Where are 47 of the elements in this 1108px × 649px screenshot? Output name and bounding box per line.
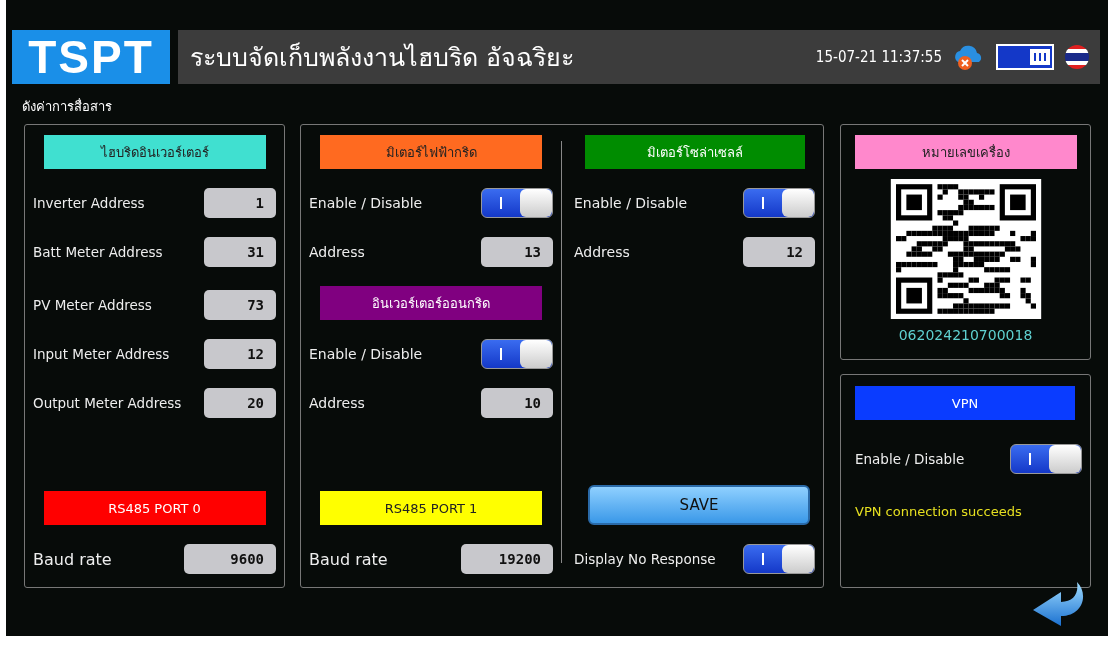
address-field[interactable]: 20: [204, 388, 276, 418]
address-field[interactable]: 19200: [461, 544, 553, 574]
section-header: RS485 PORT 0: [43, 491, 266, 525]
toggle-label: Display No Response: [574, 551, 716, 567]
vpn-status: VPN connection succeeds: [855, 504, 1023, 519]
section-header: มิเตอร์โซล่าเซลล์: [584, 135, 805, 169]
address-field[interactable]: 13: [481, 237, 553, 267]
field-label: Output Meter Address: [33, 395, 182, 411]
toggle-switch[interactable]: [743, 544, 815, 574]
address-field[interactable]: 73: [204, 290, 276, 320]
toggle-label: Enable / Disable: [574, 195, 688, 211]
field-label: Address: [309, 395, 365, 411]
toggle-label: Enable / Disable: [309, 195, 423, 211]
toggle-switch[interactable]: [743, 188, 815, 218]
section-header: มิเตอร์ไฟฟ้ากริด: [320, 135, 542, 169]
toggle-switch[interactable]: [1010, 444, 1082, 474]
toggle-switch[interactable]: [481, 339, 553, 369]
address-field[interactable]: 31: [204, 237, 276, 267]
date-time: 15-07-21 11:37:55: [815, 48, 942, 66]
address-field[interactable]: 10: [481, 388, 553, 418]
page-title: ดังค่าการสื่อสาร: [22, 97, 113, 112]
field-label: Address: [574, 244, 630, 260]
address-field[interactable]: 12: [204, 339, 276, 369]
address-field[interactable]: 9600: [184, 544, 276, 574]
address-field[interactable]: 1: [204, 188, 276, 218]
address-field[interactable]: 12: [743, 237, 815, 267]
save-button[interactable]: SAVE: [588, 485, 810, 525]
toggle-label: Enable / Disable: [309, 346, 423, 362]
battery-icon: [996, 44, 1054, 70]
field-label: Baud rate: [309, 549, 388, 569]
section-header: RS485 PORT 1: [320, 491, 542, 525]
toggle-switch[interactable]: [481, 188, 553, 218]
field-label: Input Meter Address: [33, 346, 170, 362]
toggle-label: Enable / Disable: [855, 451, 965, 467]
field-label: PV Meter Address: [33, 297, 152, 313]
logo: TSPT: [12, 30, 170, 84]
field-label: Inverter Address: [33, 195, 145, 211]
field-label: Batt Meter Address: [33, 244, 163, 260]
flag-icon: [1064, 44, 1090, 70]
app-title: ระบบจัดเก็บพลังงานไฮบริด อัจฉริยะ: [190, 41, 575, 74]
section-header: VPN: [855, 386, 1075, 420]
serial-number: 062024210700018: [898, 327, 1033, 343]
field-label: Baud rate: [33, 549, 112, 569]
section-header: หมายเลขเครื่อง: [854, 135, 1077, 169]
section-header: ไฮบริดอินเวอร์เตอร์: [43, 135, 266, 169]
section-header: อินเวอร์เตอร์ออนกริด: [320, 286, 542, 320]
field-label: Address: [309, 244, 365, 260]
